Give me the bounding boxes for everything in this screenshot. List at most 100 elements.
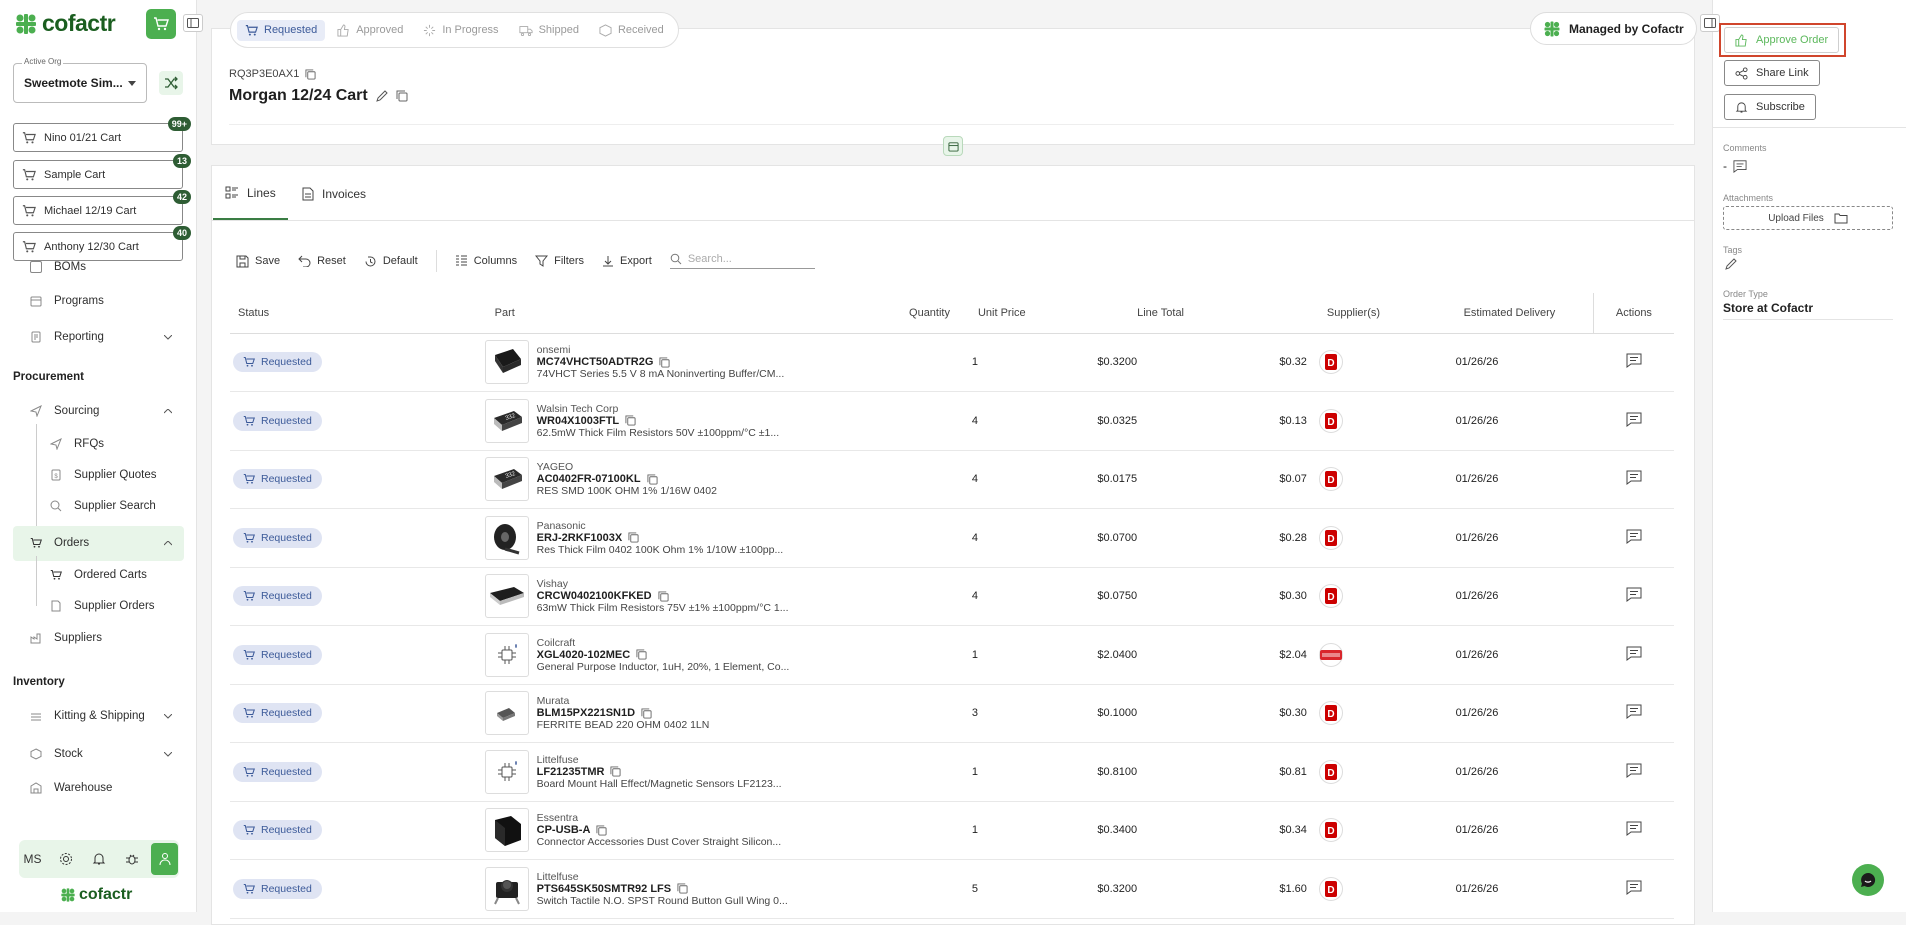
settings-button[interactable] — [52, 843, 79, 875]
copy-icon[interactable] — [625, 415, 636, 426]
comment-button[interactable] — [1626, 821, 1642, 837]
columns-button[interactable]: Columns — [455, 255, 517, 267]
collapse-sidebar-button[interactable] — [183, 14, 203, 32]
cart-chip[interactable]: Nino 01/21 Cart 99+ — [13, 117, 191, 152]
edit-tags-button[interactable] — [1725, 258, 1737, 270]
column-header[interactable]: Supplier(s) — [1306, 293, 1424, 334]
part-number[interactable]: LF21235TMR — [537, 766, 782, 778]
toggle-header-button[interactable] — [943, 136, 963, 156]
share-link-button[interactable]: Share Link — [1724, 60, 1820, 86]
quantity-cell[interactable]: 1 — [909, 742, 978, 802]
part-number[interactable]: BLM15PX221SN1D — [537, 707, 710, 719]
part-number[interactable]: CP-USB-A — [537, 824, 782, 836]
quantity-cell[interactable]: 4 — [909, 391, 978, 451]
comments-value[interactable]: - — [1723, 159, 1747, 173]
subscribe-button[interactable]: Subscribe — [1724, 94, 1816, 120]
comment-button[interactable] — [1626, 646, 1642, 661]
part-image[interactable] — [484, 808, 529, 853]
part-image[interactable] — [484, 691, 529, 736]
copy-icon[interactable] — [596, 825, 607, 836]
bug-report-button[interactable] — [118, 843, 145, 875]
copy-icon[interactable] — [636, 649, 647, 660]
nav-supplier-quotes[interactable]: $ Supplier Quotes — [50, 469, 156, 481]
cart-chip[interactable]: Sample Cart 13 — [13, 154, 191, 189]
copy-icon[interactable] — [659, 357, 670, 368]
copy-icon[interactable] — [305, 68, 316, 80]
column-header[interactable]: Status — [230, 293, 485, 334]
cofactr-logo[interactable]: cofactr — [14, 10, 116, 37]
pencil-icon[interactable] — [375, 90, 388, 102]
copy-icon[interactable] — [641, 708, 652, 719]
supplier-logo[interactable]: D — [1318, 350, 1343, 375]
copy-icon[interactable] — [396, 90, 408, 102]
cart-chip[interactable]: Anthony 12/30 Cart 40 — [13, 226, 191, 261]
supplier-logo[interactable]: D — [1318, 525, 1343, 550]
org-switch-button[interactable] — [151, 843, 178, 875]
default-button[interactable]: Default — [364, 255, 418, 268]
comment-button[interactable] — [1626, 412, 1642, 427]
part-image[interactable] — [484, 515, 529, 560]
nav-sourcing[interactable]: Sourcing — [30, 405, 172, 417]
supplier-logo[interactable]: D — [1318, 759, 1343, 784]
column-header[interactable]: Actions — [1592, 293, 1674, 334]
comment-button[interactable] — [1626, 587, 1642, 603]
part-image[interactable] — [484, 866, 529, 911]
supplier-logo[interactable]: D — [1318, 584, 1343, 609]
part-image[interactable] — [484, 340, 529, 385]
table-row[interactable]: Requested Coilcraft XGL4020-102MEC Gener… — [230, 625, 1674, 685]
part-image[interactable] — [484, 632, 529, 677]
supplier-logo[interactable]: D — [1318, 701, 1343, 726]
comment-button[interactable] — [1626, 704, 1642, 720]
search-input[interactable]: Search... — [669, 253, 815, 269]
upload-files-button[interactable]: Upload Files — [1723, 206, 1893, 230]
supplier-logo[interactable]: D — [1318, 408, 1343, 433]
tab-lines[interactable]: Lines — [213, 167, 288, 220]
nav-supplier-search[interactable]: Supplier Search — [50, 500, 156, 512]
part-number[interactable]: WR04X1003FTL — [537, 415, 780, 427]
part-image[interactable]: 332 — [484, 398, 529, 443]
column-header[interactable]: Part — [484, 293, 910, 334]
table-row[interactable]: Requested Panasonic ERJ-2RKF1003X Res Th… — [230, 508, 1674, 568]
tab-invoices[interactable]: Invoices — [290, 167, 378, 220]
table-row[interactable]: Requested Littelfuse LF21235TMR Board Mo… — [230, 742, 1674, 802]
nav-programs[interactable]: Programs — [30, 295, 104, 307]
supplier-logo[interactable] — [1318, 642, 1343, 667]
column-header[interactable]: Line Total — [1137, 293, 1307, 334]
user-avatar[interactable]: MS — [19, 843, 46, 875]
nav-stock[interactable]: Stock — [30, 748, 172, 760]
quantity-cell[interactable]: 1 — [909, 625, 978, 685]
nav-boms[interactable]: BOMs — [30, 261, 86, 273]
comment-button[interactable] — [1626, 880, 1642, 895]
column-header[interactable]: Estimated Delivery — [1423, 293, 1594, 334]
table-row[interactable]: Requested Vishay CRCW0402100KFKED 63mW T… — [230, 567, 1674, 626]
comment-button[interactable] — [1626, 353, 1642, 369]
cart-button[interactable] — [146, 9, 176, 39]
part-image[interactable] — [484, 749, 529, 794]
table-row[interactable]: Requested Essentra CP-USB-A Connector Ac… — [230, 801, 1674, 860]
table-row[interactable]: Requested 332 Walsin Tech Corp WR04X1003… — [230, 391, 1674, 451]
nav-orders[interactable]: Orders — [30, 537, 172, 549]
nav-reporting[interactable]: Reporting — [30, 331, 172, 343]
notifications-button[interactable] — [85, 843, 112, 875]
part-number[interactable]: CRCW0402100KFKED — [537, 590, 789, 602]
quantity-cell[interactable]: 4 — [909, 567, 978, 626]
nav-rfqs[interactable]: RFQs — [50, 438, 104, 450]
part-number[interactable]: AC0402FR-07100KL — [537, 473, 717, 485]
nav-suppliers[interactable]: Suppliers — [30, 632, 102, 644]
comment-button[interactable] — [1626, 529, 1642, 544]
export-button[interactable]: Export — [602, 255, 652, 268]
nav-kitting[interactable]: Kitting & Shipping — [30, 710, 172, 722]
part-number[interactable]: MC74VHCT50ADTR2G — [537, 356, 785, 368]
quantity-cell[interactable]: 1 — [909, 333, 978, 392]
column-header[interactable]: Unit Price — [977, 293, 1138, 334]
cart-chip[interactable]: Michael 12/19 Cart 42 — [13, 190, 191, 225]
copy-icon[interactable] — [677, 883, 688, 894]
quantity-cell[interactable]: 4 — [909, 508, 978, 568]
switch-org-button[interactable] — [159, 71, 183, 95]
toggle-right-panel-button[interactable] — [1700, 14, 1720, 32]
table-row[interactable]: Requested Murata BLM15PX221SN1D FERRITE … — [230, 684, 1674, 743]
nav-warehouse[interactable]: Warehouse — [30, 782, 112, 794]
comment-button[interactable] — [1626, 470, 1642, 486]
filters-button[interactable]: Filters — [535, 255, 584, 267]
copy-icon[interactable] — [658, 591, 669, 602]
